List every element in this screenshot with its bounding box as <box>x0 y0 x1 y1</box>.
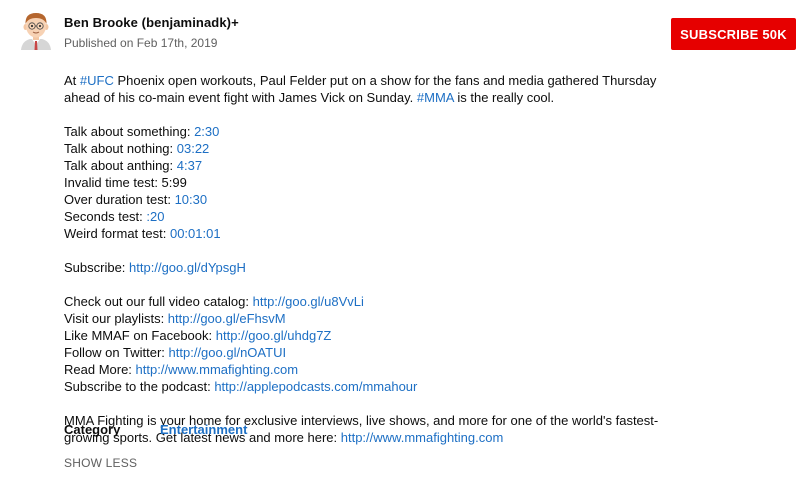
link-line: Check out our full video catalog: http:/… <box>64 293 664 310</box>
category-row: Category Entertainment <box>64 422 247 437</box>
facebook-link[interactable]: http://goo.gl/uhdg7Z <box>216 328 332 343</box>
hashtag-mma-link[interactable]: #MMA <box>417 90 454 105</box>
timestamp-link[interactable]: 00:01:01 <box>170 226 221 241</box>
link-label: Read More: <box>64 362 136 377</box>
show-less-button[interactable]: SHOW LESS <box>64 456 137 470</box>
timestamp-label: Seconds test: <box>64 209 147 224</box>
subscribe-button[interactable]: SUBSCRIBE 50K <box>671 18 796 50</box>
link-label: Subscribe to the podcast: <box>64 379 215 394</box>
publish-date: Published on Feb 17th, 2019 <box>64 36 218 50</box>
link-line: Subscribe to the podcast: http://applepo… <box>64 378 664 395</box>
timestamp-link[interactable]: 2:30 <box>194 124 219 139</box>
link-line: Read More: http://www.mmafighting.com <box>64 361 664 378</box>
intro-text: Phoenix open workouts, Paul Felder put o… <box>64 73 657 105</box>
timestamp-list: Talk about something: 2:30 Talk about no… <box>64 123 664 242</box>
timestamp-line: Talk about nothing: 03:22 <box>64 140 664 157</box>
subscribe-line: Subscribe: http://goo.gl/dYpsgH <box>64 259 664 276</box>
timestamp-line: Invalid time test: 5:99 <box>64 174 664 191</box>
link-label: Like MMAF on Facebook: <box>64 328 216 343</box>
timestamp-link[interactable]: 4:37 <box>177 158 202 173</box>
link-line: Visit our playlists: http://goo.gl/eFhsv… <box>64 310 664 327</box>
timestamp-line: Seconds test: :20 <box>64 208 664 225</box>
timestamp-link[interactable]: 10:30 <box>175 192 208 207</box>
hashtag-ufc-link[interactable]: #UFC <box>80 73 114 88</box>
timestamp-line: Talk about something: 2:30 <box>64 123 664 140</box>
timestamp-link[interactable]: :20 <box>146 209 164 224</box>
link-line: Like MMAF on Facebook: http://goo.gl/uhd… <box>64 327 664 344</box>
timestamp-line: Weird format test: 00:01:01 <box>64 225 664 242</box>
intro-text: At <box>64 73 80 88</box>
timestamp-label: Invalid time test: 5:99 <box>64 175 187 190</box>
avatar[interactable] <box>16 10 56 50</box>
intro-text: is the really cool. <box>453 90 555 105</box>
video-description: At #UFC Phoenix open workouts, Paul Feld… <box>64 72 664 446</box>
category-value-link[interactable]: Entertainment <box>160 422 247 437</box>
cartoon-avatar-icon <box>21 13 51 50</box>
timestamp-link[interactable]: 03:22 <box>177 141 210 156</box>
subscribe-line-label: Subscribe: <box>64 260 130 275</box>
video-catalog-link[interactable]: http://goo.gl/u8VvLi <box>253 294 364 309</box>
playlists-link[interactable]: http://goo.gl/eFhsvM <box>168 311 286 326</box>
podcast-link[interactable]: http://applepodcasts.com/mmahour <box>214 379 417 394</box>
read-more-link[interactable]: http://www.mmafighting.com <box>136 362 299 377</box>
category-label: Category <box>64 422 121 437</box>
timestamp-line: Talk about anthing: 4:37 <box>64 157 664 174</box>
mmafighting-link[interactable]: http://www.mmafighting.com <box>341 430 504 445</box>
timestamp-label: Talk about anthing: <box>64 158 177 173</box>
link-label: Check out our full video catalog: <box>64 294 253 309</box>
channel-name[interactable]: Ben Brooke (benjaminadk)+ <box>64 15 239 30</box>
link-label: Follow on Twitter: <box>64 345 169 360</box>
timestamp-label: Talk about nothing: <box>64 141 177 156</box>
link-label: Visit our playlists: <box>64 311 168 326</box>
link-line: Follow on Twitter: http://goo.gl/nOATUI <box>64 344 664 361</box>
timestamp-label: Weird format test: <box>64 226 170 241</box>
timestamp-label: Talk about something: <box>64 124 195 139</box>
timestamp-label: Over duration test: <box>64 192 175 207</box>
subscribe-url-link[interactable]: http://goo.gl/dYpsgH <box>129 260 246 275</box>
timestamp-line: Over duration test: 10:30 <box>64 191 664 208</box>
twitter-link[interactable]: http://goo.gl/nOATUI <box>169 345 287 360</box>
link-list: Check out our full video catalog: http:/… <box>64 293 664 395</box>
description-intro: At #UFC Phoenix open workouts, Paul Feld… <box>64 72 664 106</box>
